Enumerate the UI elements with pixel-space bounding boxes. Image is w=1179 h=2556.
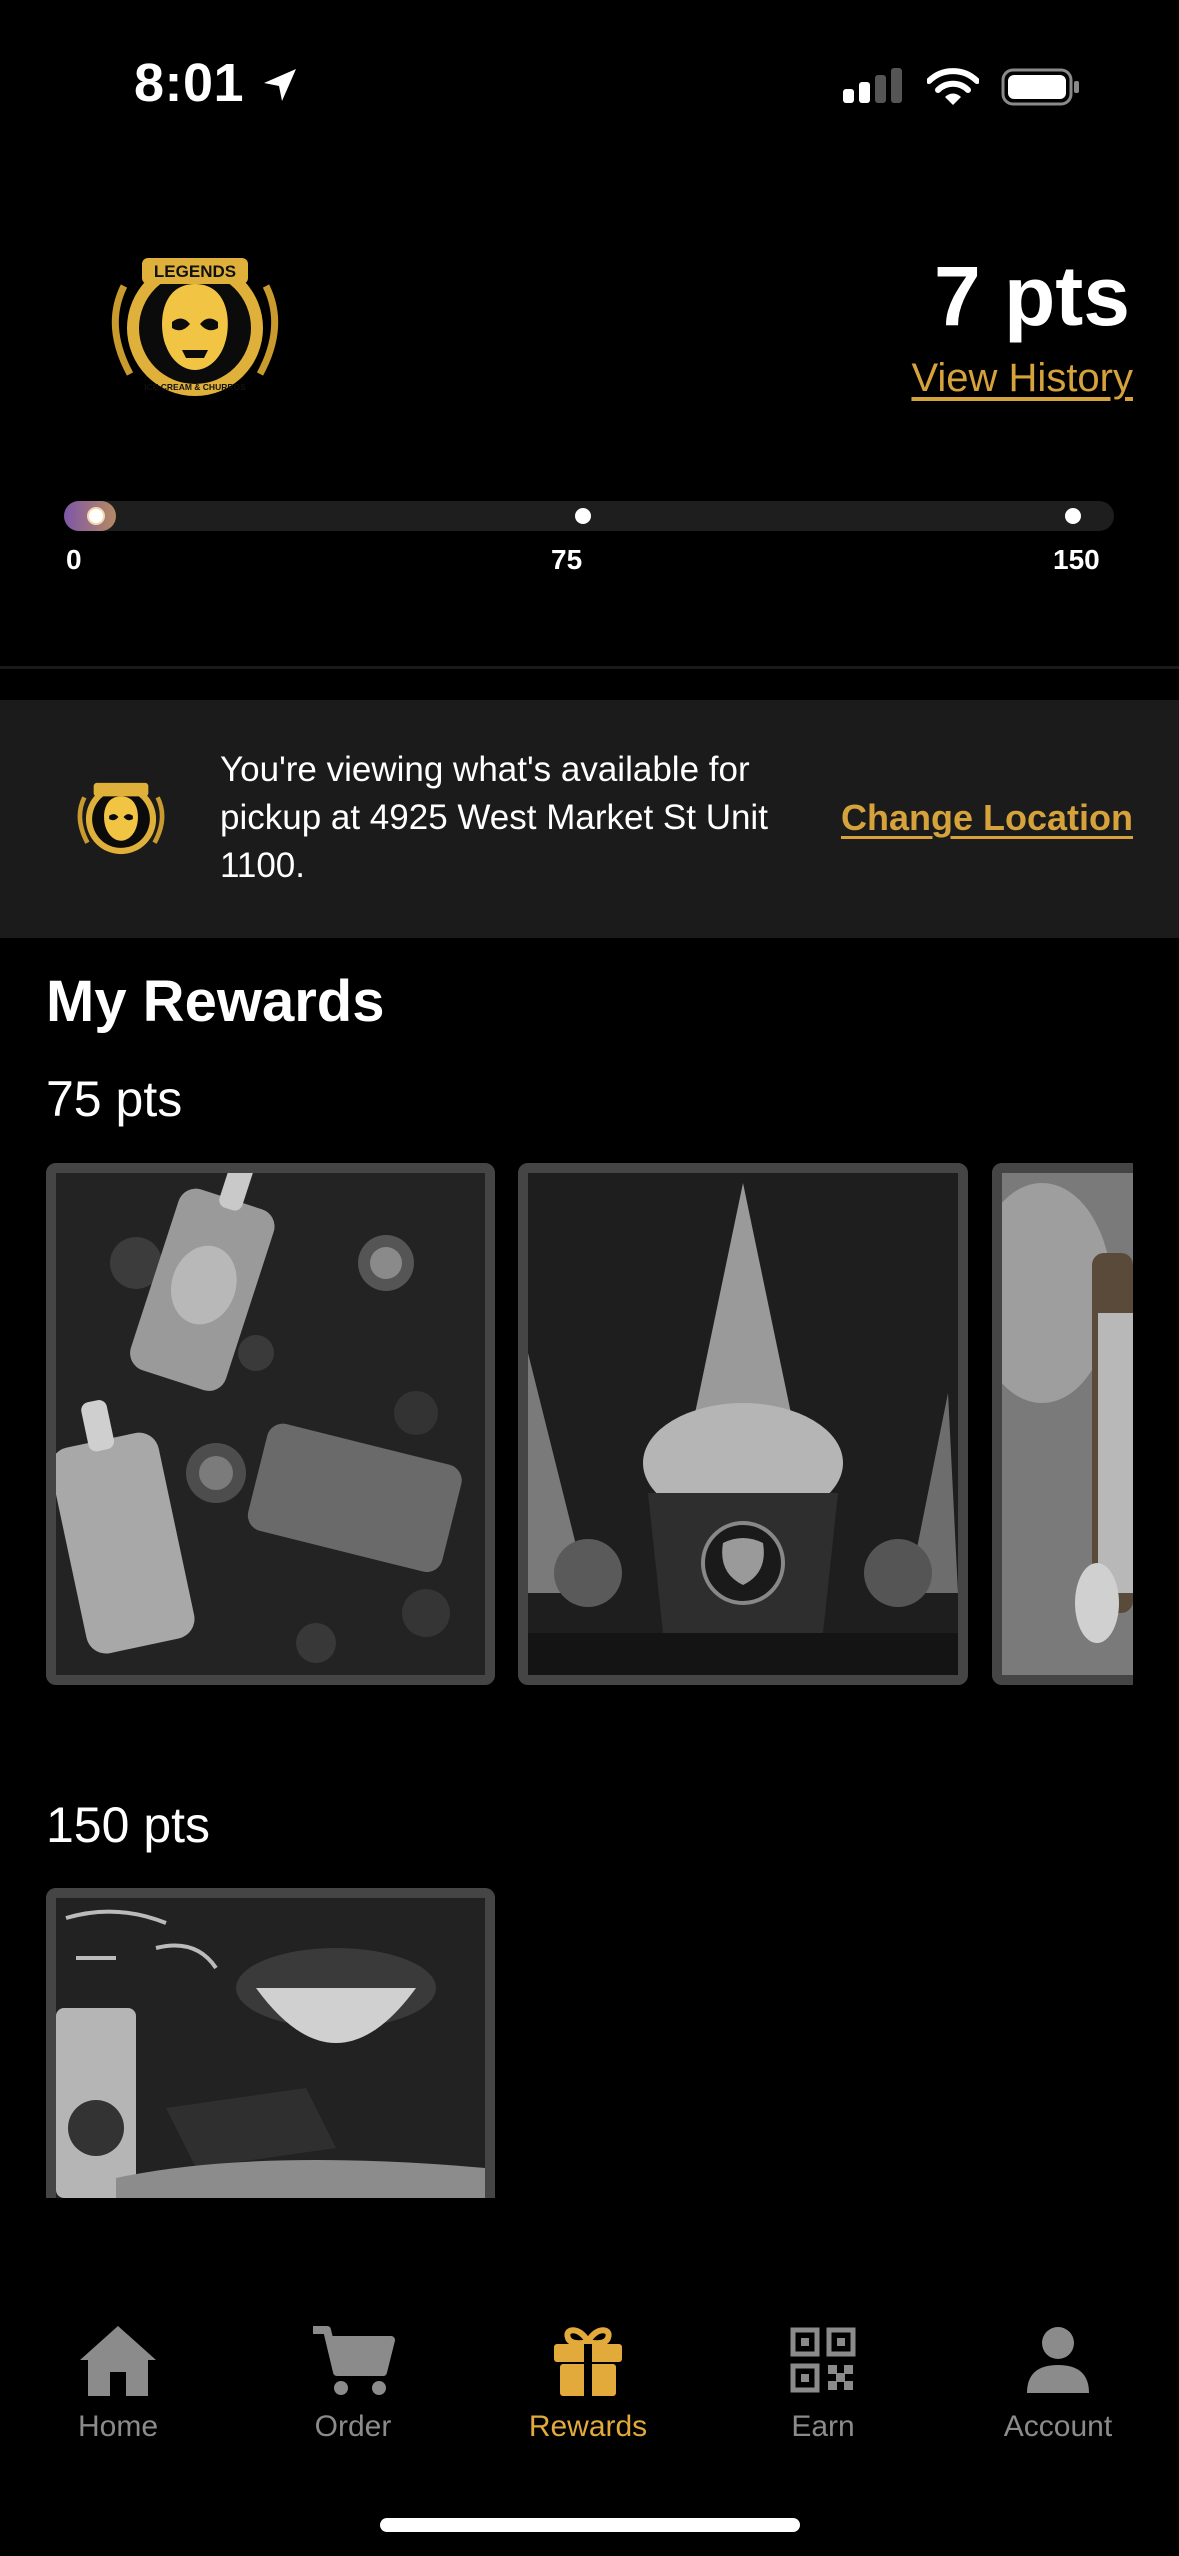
status-time: 8:01 xyxy=(134,52,300,114)
tab-order-label: Order xyxy=(314,2410,392,2443)
my-rewards-title: My Rewards xyxy=(46,969,385,1034)
reward-image-hot-chocolate xyxy=(56,1898,485,2198)
qr-code-icon xyxy=(790,2327,856,2393)
reward-card-churro-partial[interactable] xyxy=(992,1163,1133,1685)
tab-account-label: Account xyxy=(1003,2410,1113,2443)
progress-tick-0: 0 xyxy=(66,544,82,575)
tab-order[interactable]: Order xyxy=(263,2320,443,2444)
home-indicator xyxy=(380,2518,800,2532)
reward-card-hot-chocolate[interactable] xyxy=(46,1888,495,2198)
reward-image-paletas xyxy=(56,1173,485,1675)
progress-tick-150: 150 xyxy=(1053,544,1100,575)
gift-icon xyxy=(554,2327,622,2396)
tab-rewards-label: Rewards xyxy=(528,2410,648,2443)
progress-tick-75: 75 xyxy=(551,544,583,575)
battery-icon xyxy=(1001,68,1079,106)
location-arrow-icon xyxy=(263,69,296,101)
cellular-signal-icon xyxy=(843,68,902,103)
location-brand-logo xyxy=(72,776,170,860)
progress-marker-75 xyxy=(575,508,591,524)
tab-home[interactable]: Home xyxy=(28,2320,208,2444)
tab-home-label: Home xyxy=(77,2410,159,2443)
status-icons xyxy=(843,62,1081,112)
change-location-link[interactable]: Change Location xyxy=(841,797,1133,839)
points-total: 7 pts xyxy=(933,249,1130,343)
tier-label-75: 75 pts xyxy=(46,1071,183,1127)
tab-account[interactable]: Account xyxy=(968,2320,1148,2444)
logo-text-bottom: ICE CREAM & CHURROS xyxy=(144,382,246,392)
logo-text-top: LEGENDS xyxy=(154,262,236,281)
location-banner-text: You're viewing what's available for pick… xyxy=(220,750,768,885)
tab-earn[interactable]: Earn xyxy=(733,2320,913,2444)
reward-image-ice-cream-cup xyxy=(528,1173,958,1675)
account-icon xyxy=(1027,2327,1089,2393)
reward-card-ice-cream-cup[interactable] xyxy=(518,1163,968,1685)
wifi-icon xyxy=(927,68,979,105)
status-time-text: 8:01 xyxy=(134,53,245,113)
progress-marker-0 xyxy=(87,507,105,525)
home-icon xyxy=(80,2326,156,2396)
tier-label-150: 150 pts xyxy=(46,1797,211,1853)
reward-card-paletas[interactable] xyxy=(46,1163,495,1685)
logo-text-mid: GOURMET xyxy=(177,293,214,300)
tab-rewards[interactable]: Rewards xyxy=(498,2320,678,2444)
progress-marker-150 xyxy=(1065,508,1081,524)
cart-icon xyxy=(313,2326,395,2395)
tab-earn-label: Earn xyxy=(791,2410,855,2443)
reward-image-churro-partial xyxy=(1002,1173,1133,1675)
view-history-link[interactable]: View History xyxy=(911,356,1133,401)
brand-logo: LEGENDS GOURMET ICE CREAM & CHURROS xyxy=(100,246,290,406)
section-divider xyxy=(0,666,1179,669)
